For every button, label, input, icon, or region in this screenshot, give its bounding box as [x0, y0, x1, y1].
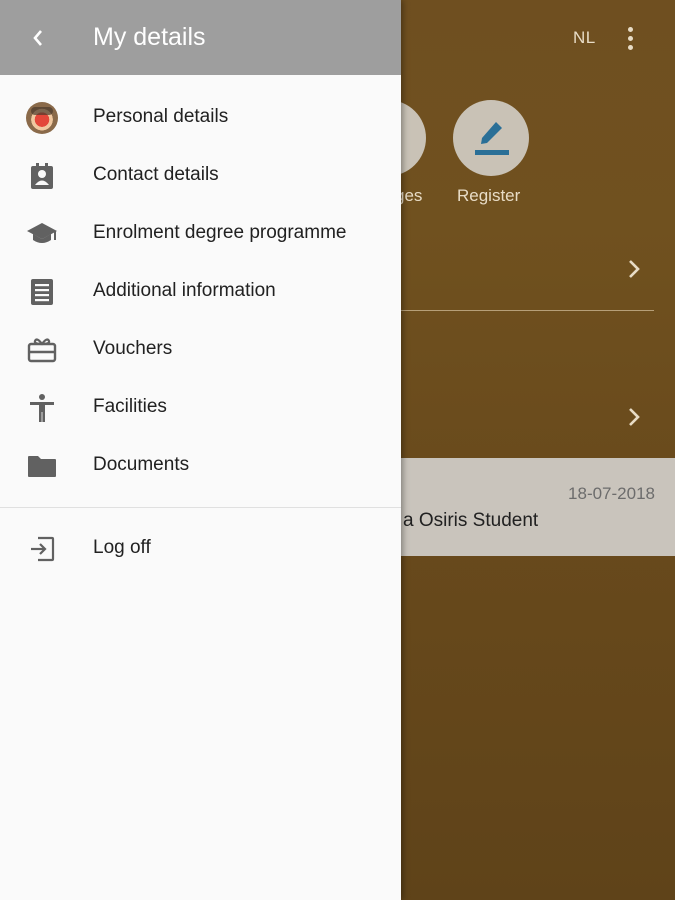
menu-item-personal-details[interactable]: Personal details — [0, 88, 401, 146]
menu-item-log-off[interactable]: Log off — [0, 519, 401, 577]
menu-item-label: Log off — [93, 537, 151, 558]
avatar — [26, 102, 58, 134]
menu-item-enrolment[interactable]: Enrolment degree programme — [0, 204, 401, 262]
accessibility-icon — [26, 392, 58, 424]
menu-item-label: Personal details — [93, 106, 229, 127]
more-options-icon[interactable] — [618, 24, 642, 52]
drawer-header: My details — [0, 0, 401, 75]
language-toggle[interactable]: NL — [573, 28, 596, 48]
news-date: 18-07-2018 — [568, 484, 655, 503]
menu-item-label: Enrolment degree programme — [93, 222, 347, 243]
document-lines-icon — [26, 276, 58, 308]
menu-item-label: Documents — [93, 454, 190, 475]
chevron-right-icon[interactable] — [626, 407, 642, 427]
divider — [0, 507, 401, 508]
menu-item-label: Additional information — [93, 280, 276, 301]
menu-item-label: Contact details — [93, 164, 219, 185]
page-title: My details — [93, 23, 206, 51]
navigation-drawer: My details Personal details Contact deta… — [0, 0, 401, 900]
menu-item-facilities[interactable]: Facilities — [0, 378, 401, 436]
news-card[interactable]: 18-07-2018 a Osiris Student — [380, 458, 675, 556]
exit-icon — [26, 533, 58, 565]
pencil-icon — [475, 122, 509, 155]
avatar-icon — [26, 102, 58, 134]
menu-item-vouchers[interactable]: Vouchers — [0, 320, 401, 378]
folder-icon — [26, 450, 58, 482]
chevron-right-icon[interactable] — [626, 259, 642, 279]
gift-card-icon — [26, 334, 58, 366]
back-button[interactable] — [22, 22, 54, 54]
divider — [380, 310, 654, 311]
menu-item-contact-details[interactable]: Contact details — [0, 146, 401, 204]
graduation-cap-icon — [26, 218, 58, 250]
news-title: a Osiris Student — [403, 510, 539, 531]
chevron-left-icon — [33, 30, 42, 46]
contact-card-icon — [26, 160, 58, 192]
menu-item-additional-information[interactable]: Additional information — [0, 262, 401, 320]
register-shortcut-label: Register — [457, 186, 521, 205]
menu-item-label: Vouchers — [93, 338, 173, 359]
menu-item-documents[interactable]: Documents — [0, 436, 401, 494]
menu-item-label: Facilities — [93, 396, 167, 417]
